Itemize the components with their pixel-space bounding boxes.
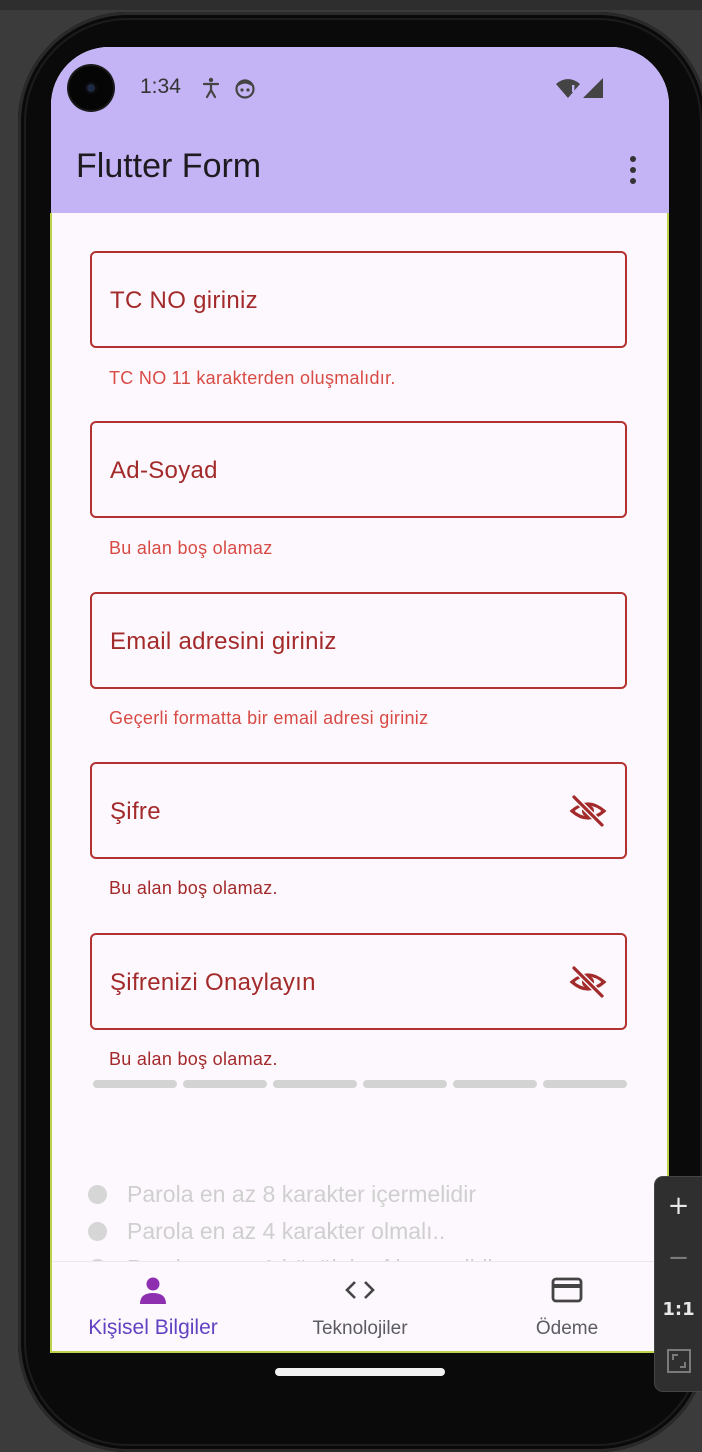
actual-size-button[interactable]: 1:1 bbox=[655, 1285, 702, 1335]
nav-item-odeme[interactable]: Ödeme bbox=[467, 1274, 667, 1340]
password-rule: Parola en az 8 karakter içermelidir bbox=[88, 1181, 476, 1208]
zoom-out-button[interactable]: − bbox=[655, 1233, 702, 1283]
email-label: Email adresini giriniz bbox=[110, 628, 337, 655]
nav-label: Ödeme bbox=[535, 1318, 599, 1339]
strength-segment bbox=[363, 1080, 447, 1088]
rule-text: Parola en az 4 karakter olmalı.. bbox=[127, 1218, 446, 1244]
tc-no-error: TC NO 11 karakterden oluşmalıdır. bbox=[109, 368, 396, 388]
front-camera bbox=[69, 66, 113, 110]
nav-label: Teknolojiler bbox=[312, 1318, 408, 1339]
password-error: Bu alan boş olamaz. bbox=[109, 878, 278, 898]
bottom-navigation: Kişisel Bilgiler Teknolojiler Ödeme bbox=[51, 1261, 669, 1353]
strength-segment bbox=[273, 1080, 357, 1088]
form-content: TC NO giriniz TC NO 11 karakterden oluşm… bbox=[51, 213, 669, 1281]
rule-status-dot bbox=[88, 1222, 107, 1241]
nav-item-kisisel-bilgiler[interactable]: Kişisel Bilgiler bbox=[53, 1274, 253, 1340]
rule-status-dot bbox=[88, 1185, 107, 1204]
phone-screen: 1:34 Flutter Form TC NO giriniz TC NO 11… bbox=[51, 47, 669, 1353]
accessibility-icon bbox=[202, 77, 220, 99]
nav-label: Kişisel Bilgiler bbox=[88, 1316, 218, 1339]
status-time: 1:34 bbox=[140, 75, 181, 98]
fit-screen-icon[interactable] bbox=[666, 1348, 692, 1374]
strength-segment bbox=[183, 1080, 267, 1088]
tc-no-field[interactable]: TC NO giriniz bbox=[90, 251, 627, 348]
app-title: Flutter Form bbox=[76, 147, 262, 185]
rule-text: Parola en az 8 karakter içermelidir bbox=[127, 1181, 476, 1207]
password-field[interactable]: Şifre bbox=[90, 762, 627, 859]
visibility-off-icon[interactable] bbox=[569, 965, 607, 999]
app-bar: Flutter Form bbox=[51, 127, 669, 213]
strength-segment bbox=[93, 1080, 177, 1088]
zoom-controls: + − 1:1 bbox=[655, 1177, 702, 1391]
zoom-in-button[interactable]: + bbox=[655, 1181, 702, 1231]
signal-icon bbox=[583, 78, 603, 98]
person-icon bbox=[140, 1277, 166, 1304]
window-top-strip bbox=[0, 0, 702, 10]
visibility-off-icon[interactable] bbox=[569, 794, 607, 828]
ad-soyad-label: Ad-Soyad bbox=[110, 457, 218, 484]
email-field[interactable]: Email adresini giriniz bbox=[90, 592, 627, 689]
email-error: Geçerli formatta bir email adresi girini… bbox=[109, 708, 429, 728]
code-icon bbox=[345, 1281, 375, 1299]
layout-border bbox=[50, 213, 52, 1353]
strength-segment bbox=[543, 1080, 627, 1088]
layout-border bbox=[51, 1351, 669, 1353]
tc-no-label: TC NO giriniz bbox=[110, 287, 258, 314]
gesture-bar[interactable] bbox=[275, 1368, 445, 1376]
nav-item-teknolojiler[interactable]: Teknolojiler bbox=[260, 1274, 460, 1340]
ad-soyad-field[interactable]: Ad-Soyad bbox=[90, 421, 627, 518]
password-label: Şifre bbox=[110, 798, 161, 825]
status-bar: 1:34 bbox=[51, 47, 669, 127]
ad-soyad-error: Bu alan boş olamaz bbox=[109, 538, 273, 558]
credit-card-icon bbox=[551, 1277, 583, 1303]
confirm-password-field[interactable]: Şifrenizi Onaylayın bbox=[90, 933, 627, 1030]
confirm-password-error: Bu alan boş olamaz. bbox=[109, 1049, 278, 1069]
wifi-icon bbox=[556, 79, 580, 98]
password-rule: Parola en az 4 karakter olmalı.. bbox=[88, 1218, 445, 1245]
strength-segment bbox=[453, 1080, 537, 1088]
password-strength-bar bbox=[93, 1080, 627, 1088]
android-face-icon bbox=[235, 79, 255, 99]
confirm-password-label: Şifrenizi Onaylayın bbox=[110, 969, 316, 996]
more-vert-icon[interactable] bbox=[621, 153, 645, 187]
